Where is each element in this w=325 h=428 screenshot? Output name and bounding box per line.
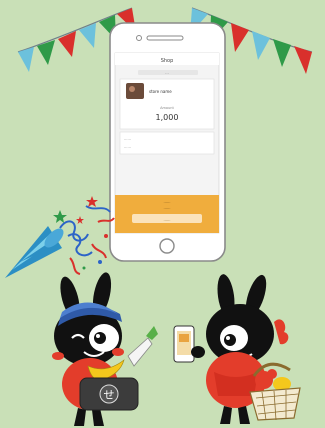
- store-name: store name: [149, 89, 172, 94]
- detail-line-2: ……: [124, 145, 132, 149]
- pot-label: せ: [104, 389, 115, 402]
- note-line-1: ……: [164, 200, 172, 204]
- illustration-scene: Shop … store name Amount 1,000 …… …… …… …: [0, 0, 325, 428]
- amount-value: 1,000: [156, 113, 179, 122]
- amount-label: Amount: [160, 106, 174, 110]
- phone-action-button-label: ……: [164, 218, 172, 222]
- phone-header-title: Shop: [161, 58, 174, 64]
- note-line-2: ……: [164, 206, 172, 210]
- detail-card: [119, 131, 215, 155]
- detail-line-1: ……: [124, 137, 132, 141]
- store-thumbnail: [126, 83, 144, 99]
- phone-bar-text: …: [165, 71, 169, 75]
- smartphone: Shop … store name Amount 1,000 …… …… …… …: [109, 22, 226, 262]
